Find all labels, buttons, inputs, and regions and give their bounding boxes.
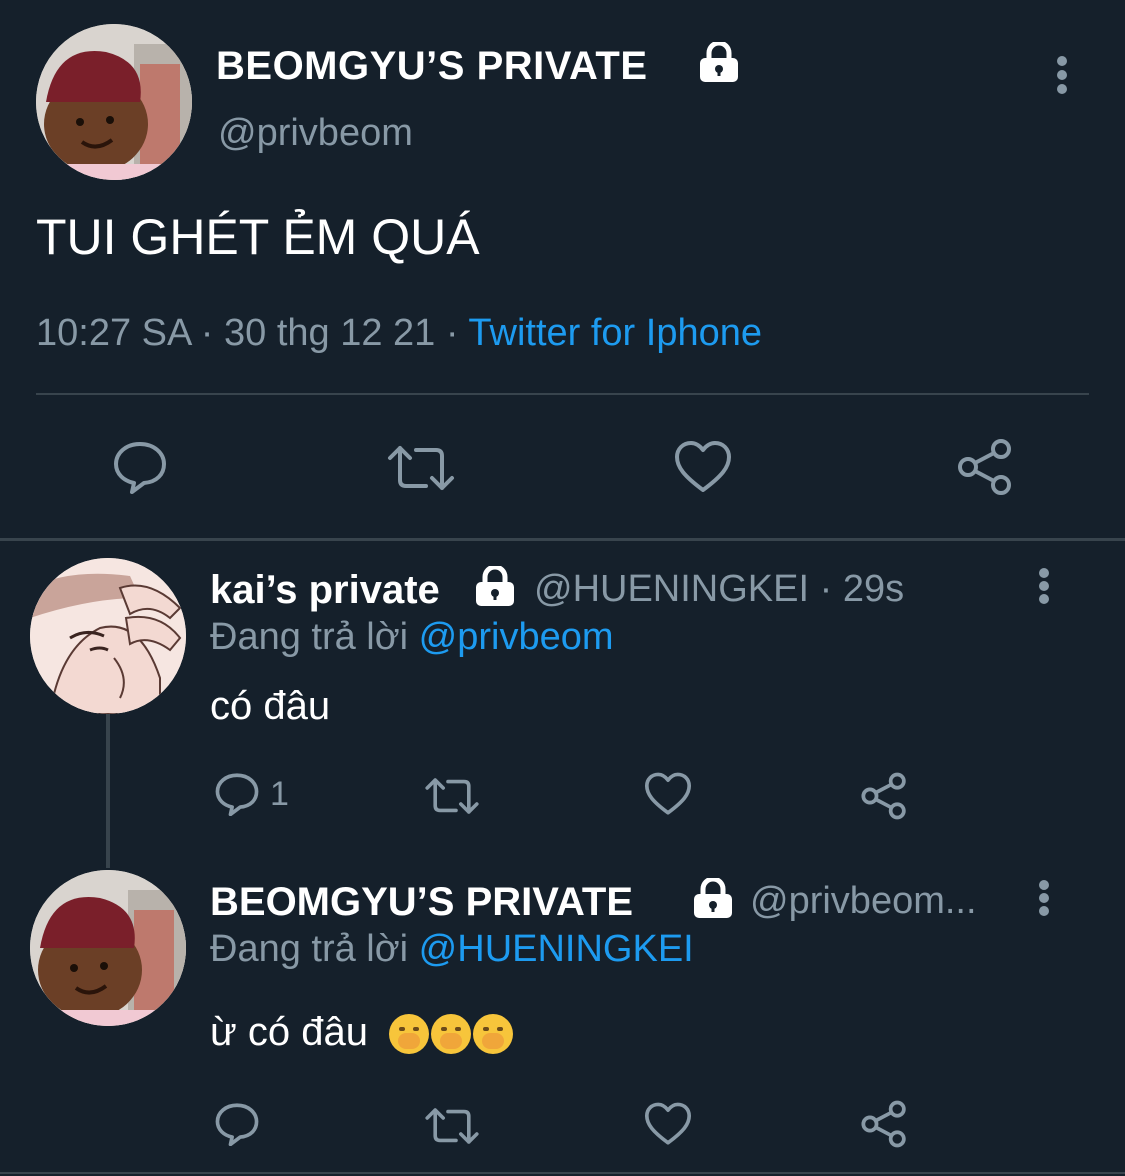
like-button[interactable] (644, 772, 692, 816)
like-button[interactable] (644, 1102, 692, 1146)
thread-line (106, 714, 110, 868)
replying-to-mention[interactable]: @privbeom (419, 616, 614, 658)
avatar-image (30, 870, 186, 1026)
reply-icon (215, 773, 259, 816)
like-button[interactable] (674, 440, 732, 494)
heart-icon (644, 772, 692, 815)
heart-icon (675, 441, 731, 492)
avatar-image (36, 24, 192, 180)
lock-icon (474, 564, 516, 611)
face-with-hand-over-mouth-icon (389, 1014, 430, 1055)
face-with-hand-over-mouth-icon (431, 1014, 472, 1055)
reply-text: có đâu (210, 684, 331, 728)
share-icon (861, 1100, 906, 1148)
reply-button[interactable] (214, 1102, 260, 1146)
replying-to-label: Đang trả lời (210, 928, 409, 970)
tweet-timestamp[interactable]: 10:27 SA · 30 thg 12 21 · (36, 312, 459, 354)
avatar-beomgyu[interactable] (30, 870, 186, 1026)
avatar-image (30, 558, 186, 714)
reply-handle-time[interactable]: @HUENINGKEI · 29s (534, 568, 904, 611)
more-options-icon[interactable] (1056, 56, 1068, 94)
author-handle[interactable]: @privbeom (218, 112, 413, 155)
divider (36, 393, 1089, 395)
section-divider (0, 538, 1125, 541)
replying-to: Đang trả lời @HUENINGKEI (210, 928, 694, 971)
tweet-source[interactable]: Twitter for Iphone (468, 312, 762, 354)
reply-author-name[interactable]: BEOMGYU’S PRIVATE (210, 880, 633, 925)
retweet-button[interactable] (424, 1106, 480, 1146)
retweet-icon (388, 446, 454, 490)
retweet-button[interactable] (386, 444, 456, 492)
share-icon (861, 772, 906, 820)
share-button[interactable] (956, 438, 1014, 496)
retweet-icon (425, 1108, 479, 1144)
retweet-icon (425, 778, 479, 814)
reply-button[interactable]: 1 (214, 772, 289, 816)
more-options-icon[interactable] (1038, 568, 1050, 604)
avatar-beomgyu[interactable] (36, 24, 192, 180)
share-button[interactable] (860, 1100, 908, 1148)
author-name[interactable]: BEOMGYU’S PRIVATE (216, 44, 648, 89)
avatar-kai[interactable] (30, 558, 186, 714)
bottom-divider (0, 1172, 1125, 1174)
replying-to: Đang trả lời @privbeom (210, 616, 614, 659)
reply-handle-time[interactable]: @privbeom... (750, 880, 977, 923)
retweet-button[interactable] (424, 776, 480, 816)
heart-icon (644, 1102, 692, 1145)
reply-icon (215, 1103, 259, 1146)
more-options-icon[interactable] (1038, 880, 1050, 916)
reply-author-name[interactable]: kai’s private (210, 568, 440, 613)
share-button[interactable] (860, 772, 908, 820)
lock-icon (692, 876, 734, 923)
share-icon (958, 439, 1011, 495)
reply-button[interactable] (112, 440, 168, 494)
replying-to-label: Đang trả lời (210, 616, 409, 658)
reply-count: 1 (270, 774, 289, 813)
reply-text-content: ừ có đâu (210, 1010, 368, 1054)
face-with-hand-over-mouth-icon (473, 1014, 514, 1055)
tweet-meta: 10:27 SA · 30 thg 12 21 · Twitter for Ip… (36, 312, 762, 355)
lock-icon (698, 40, 740, 87)
reply-icon (114, 442, 166, 494)
reply-text: ừ có đâu (210, 1010, 514, 1055)
replying-to-mention[interactable]: @HUENINGKEI (419, 928, 694, 970)
tweet-text: TUI GHÉT ẺM QUÁ (36, 209, 480, 265)
